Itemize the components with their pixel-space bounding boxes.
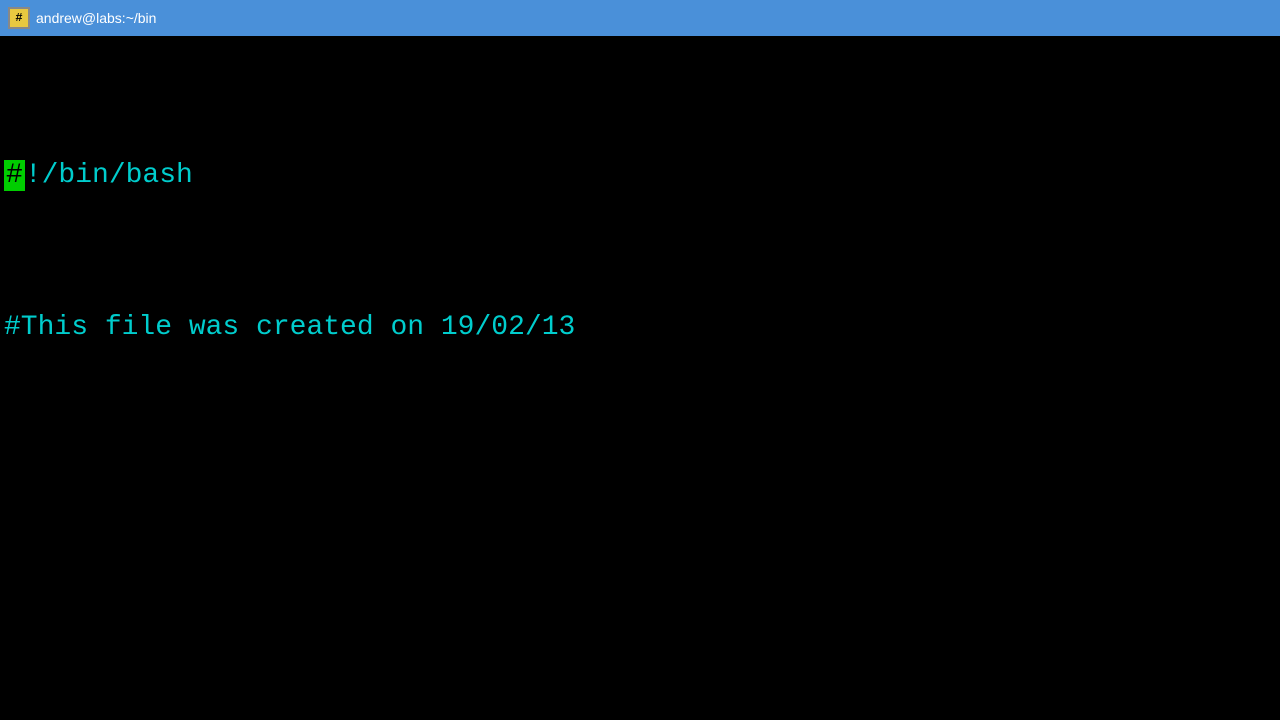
title-bar: # andrew@labs:~/bin — [0, 0, 1280, 36]
terminal-body: #!/bin/bash #This file was created on 19… — [0, 36, 1280, 720]
terminal-icon: # — [8, 7, 30, 29]
line-blank-2 — [4, 611, 1276, 649]
line-comment: #This file was created on 19/02/13 — [4, 309, 1276, 347]
line-blank-1 — [4, 460, 1276, 498]
title-bar-text: andrew@labs:~/bin — [36, 10, 156, 26]
line-shebang: #!/bin/bash — [4, 157, 1276, 195]
code-area: #!/bin/bash #This file was created on 19… — [4, 44, 1276, 720]
